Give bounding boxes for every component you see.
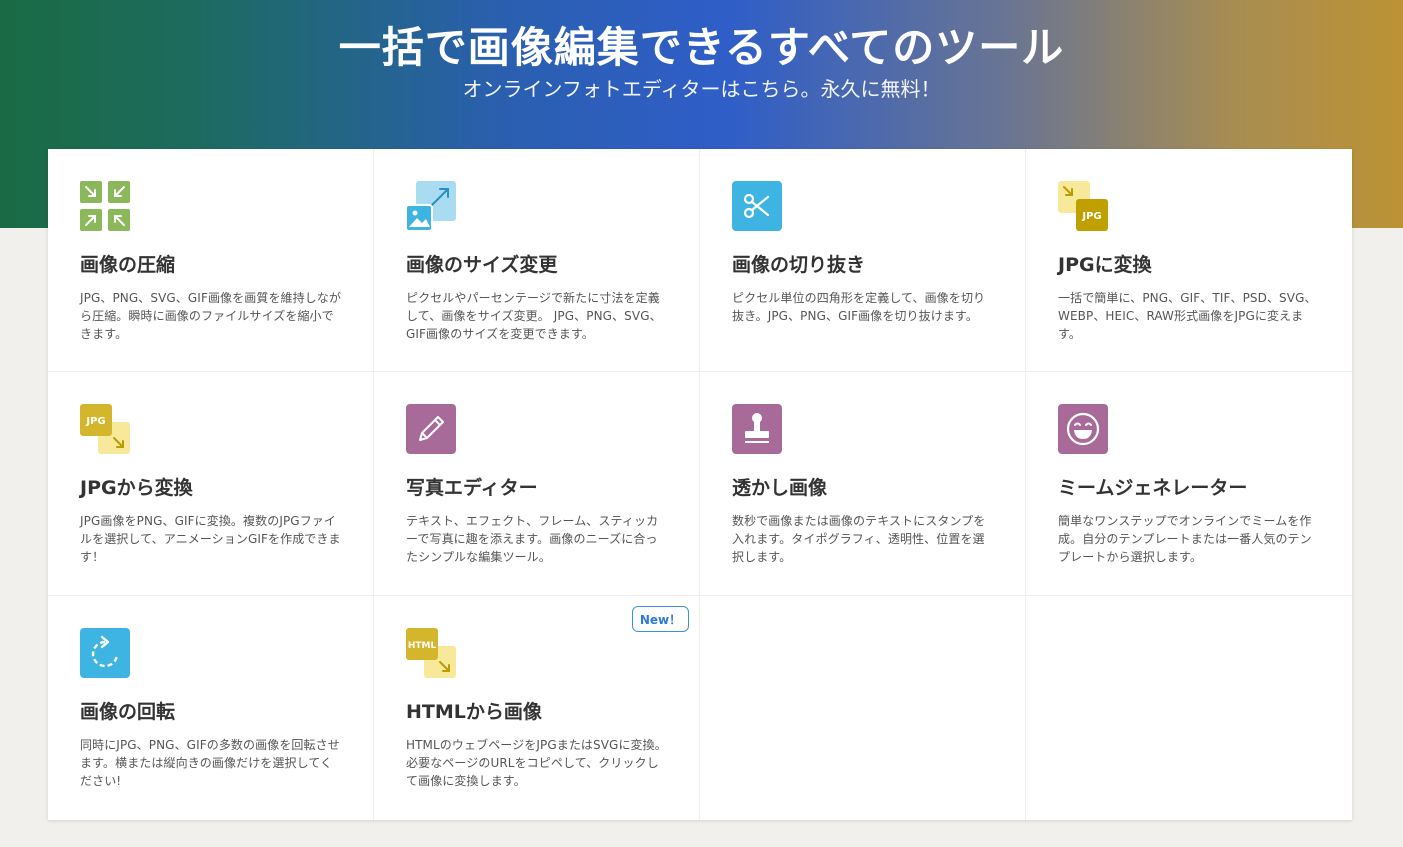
resize-image-icon bbox=[406, 181, 458, 233]
tool-title: 画像のサイズ変更 bbox=[406, 254, 558, 276]
hero-subtitle: オンラインフォトエディターはこちら。永久に無料！ bbox=[462, 77, 941, 101]
scissors-icon bbox=[732, 181, 784, 233]
tool-card-meme-generator[interactable]: ミームジェネレーター 簡単なワンステップでオンラインでミームを作成。自分のテンプ… bbox=[1026, 372, 1352, 596]
tool-card-convert-to-jpg[interactable]: JPG JPGに変換 一括で簡単に、PNG、GIF、TIF、PSD、SVG、WE… bbox=[1026, 149, 1352, 372]
pencil-icon bbox=[406, 404, 458, 456]
html-to-image-icon: HTML bbox=[406, 628, 458, 680]
empty-cell bbox=[700, 596, 1026, 820]
tool-card-watermark[interactable]: 透かし画像 数秒で画像または画像のテキストにスタンプを入れます。タイポグラフィ、… bbox=[700, 372, 1026, 596]
tool-title: ミームジェネレーター bbox=[1058, 477, 1248, 499]
empty-cell bbox=[1026, 596, 1352, 820]
tool-title: 画像の切り抜き bbox=[732, 254, 866, 276]
tool-description: ピクセルやパーセンテージで新たに寸法を定義して、画像をサイズ変更。 JPG、PN… bbox=[406, 291, 662, 341]
icon-jpg-text: JPG bbox=[1081, 211, 1101, 222]
tool-title: 写真エディター bbox=[406, 477, 538, 499]
tool-description: HTMLのウェブページをJPGまたはSVGに変換。必要なページのURLをコピペし… bbox=[406, 738, 667, 788]
tool-card-rotate[interactable]: 画像の回転 同時にJPG、PNG、GIFの多数の画像を回転させます。横または縦向… bbox=[48, 596, 374, 820]
tool-card-html-to-image[interactable]: New！ HTML HTMLから画像 HTMLのウェブページをJPGまたはSVG… bbox=[374, 596, 700, 820]
icon-jpg-text: JPG bbox=[85, 416, 105, 427]
tool-description: 数秒で画像または画像のテキストにスタンプを入れます。タイポグラフィ、透明性、位置… bbox=[732, 514, 986, 564]
tool-card-convert-from-jpg[interactable]: JPG JPGから変換 JPG画像をPNG、GIFに変換。複数のJPGファイルを… bbox=[48, 372, 374, 596]
icon-html-text: HTML bbox=[408, 641, 437, 651]
tool-description: JPG、PNG、SVG、GIF画像を画質を維持しながら圧縮。瞬時に画像のファイル… bbox=[80, 291, 342, 341]
tool-description: テキスト、エフェクト、フレーム、スティッカーで写真に趣を添えます。画像のニーズに… bbox=[406, 514, 659, 564]
tool-description: ピクセル単位の四角形を定義して、画像を切り抜き。JPG、PNG、GIF画像を切り… bbox=[732, 291, 986, 323]
tool-title: JPGから変換 bbox=[80, 477, 193, 499]
tool-description: 簡単なワンステップでオンラインでミームを作成。自分のテンプレートまたは一番人気の… bbox=[1058, 514, 1312, 564]
tool-card-crop[interactable]: 画像の切り抜き ピクセル単位の四角形を定義して、画像を切り抜き。JPG、PNG、… bbox=[700, 149, 1026, 372]
tool-card-photo-editor[interactable]: 写真エディター テキスト、エフェクト、フレーム、スティッカーで写真に趣を添えます… bbox=[374, 372, 700, 596]
new-badge: New！ bbox=[632, 606, 689, 632]
tool-card-resize[interactable]: 画像のサイズ変更 ピクセルやパーセンテージで新たに寸法を定義して、画像をサイズ変… bbox=[374, 149, 700, 372]
tools-grid: 画像の圧縮 JPG、PNG、SVG、GIF画像を画質を維持しながら圧縮。瞬時に画… bbox=[48, 149, 1352, 820]
tool-description: JPG画像をPNG、GIFに変換。複数のJPGファイルを選択して、アニメーション… bbox=[80, 514, 341, 564]
tool-title: 画像の回転 bbox=[80, 701, 176, 723]
hero-title: 一括で画像編集できるすべてのツール bbox=[338, 23, 1065, 72]
convert-from-jpg-icon: JPG bbox=[80, 404, 132, 456]
tool-title: 透かし画像 bbox=[732, 477, 828, 499]
laughing-face-icon bbox=[1058, 404, 1110, 456]
convert-to-jpg-icon: JPG bbox=[1058, 181, 1110, 233]
compress-arrows-icon bbox=[80, 181, 132, 233]
stamp-icon bbox=[732, 404, 784, 456]
tool-title: 画像の圧縮 bbox=[80, 254, 176, 276]
tool-title: JPGに変換 bbox=[1058, 254, 1152, 276]
tool-card-compress[interactable]: 画像の圧縮 JPG、PNG、SVG、GIF画像を画質を維持しながら圧縮。瞬時に画… bbox=[48, 149, 374, 372]
rotate-icon bbox=[80, 628, 132, 680]
tool-description: 一括で簡単に、PNG、GIF、TIF、PSD、SVG、WEBP、HEIC、RAW… bbox=[1058, 291, 1317, 341]
tool-description: 同時にJPG、PNG、GIFの多数の画像を回転させます。横または縦向きの画像だけ… bbox=[80, 738, 340, 788]
tool-title: HTMLから画像 bbox=[406, 701, 542, 723]
